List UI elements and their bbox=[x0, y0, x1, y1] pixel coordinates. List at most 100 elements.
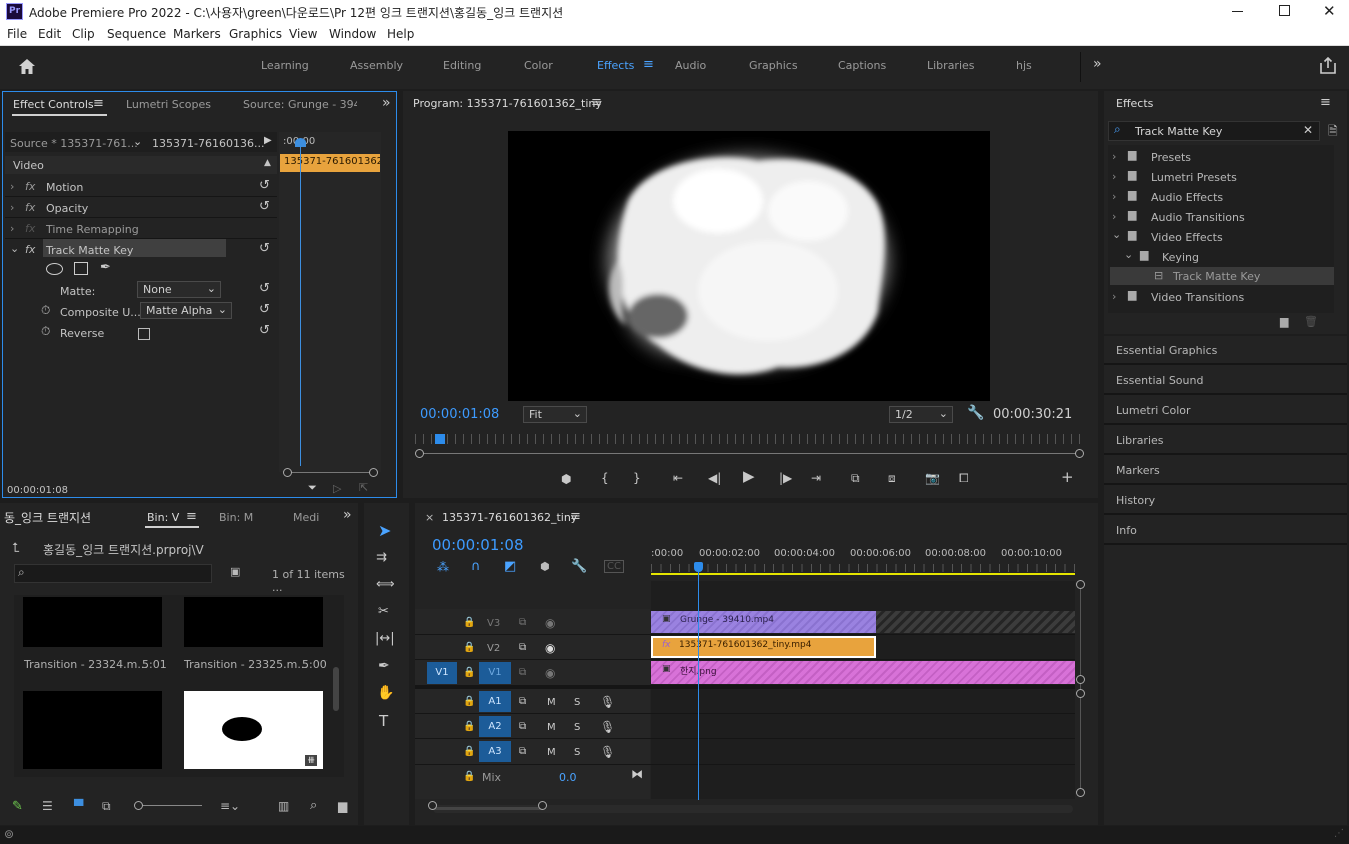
tree-video-effects[interactable]: Video Effects bbox=[1151, 231, 1223, 244]
add-marker-icon[interactable]: ⬢ bbox=[540, 560, 550, 573]
reset-track-matte-icon[interactable]: ↺ bbox=[259, 241, 270, 256]
tab-media[interactable]: Medi bbox=[293, 511, 319, 524]
zoom-scrollbar[interactable] bbox=[423, 453, 1079, 454]
minimize-icon[interactable] bbox=[1232, 11, 1243, 12]
freeform-view-icon[interactable]: ⧉ bbox=[102, 799, 111, 814]
slider-handle[interactable] bbox=[134, 801, 143, 810]
find-icon[interactable]: ⌕ bbox=[310, 798, 317, 813]
clear-search-icon[interactable]: ✕ bbox=[1303, 123, 1313, 137]
track-label-v1[interactable]: V1 bbox=[479, 662, 511, 684]
play-audio-icon[interactable]: ▷ bbox=[333, 482, 341, 495]
time-ruler[interactable] bbox=[415, 434, 1083, 444]
sequence-clip-label[interactable]: 135371-76160136... bbox=[152, 137, 264, 150]
tree-video-transitions[interactable]: Video Transitions bbox=[1151, 291, 1244, 304]
lock-icon[interactable]: 🔒 bbox=[463, 617, 475, 628]
track-label-a3[interactable]: A3 bbox=[479, 741, 511, 762]
program-monitor-title[interactable]: Program: 135371-761601362_tiny bbox=[413, 97, 602, 110]
wrench-icon[interactable]: 🔧 bbox=[967, 406, 984, 420]
scroll-handle-right[interactable] bbox=[369, 468, 378, 477]
expand-time-remap-icon[interactable]: › bbox=[10, 222, 14, 235]
solo-button[interactable]: S bbox=[574, 747, 580, 758]
source-patch-v1[interactable]: V1 bbox=[427, 662, 457, 684]
effect-controls-timecode[interactable]: 00:00:01:08 bbox=[7, 485, 68, 496]
timeline-playhead-line[interactable] bbox=[698, 565, 699, 800]
timeline-playhead-head[interactable] bbox=[694, 562, 703, 572]
clip-grunge[interactable]: Grunge - 39410.mp4 bbox=[651, 611, 876, 633]
program-current-timecode[interactable]: 00:00:01:08 bbox=[420, 407, 499, 422]
workspace-captions[interactable]: Captions bbox=[838, 59, 886, 72]
mini-playhead-head[interactable] bbox=[295, 138, 306, 147]
composite-dropdown[interactable]: Matte Alpha ⌄ bbox=[140, 302, 232, 319]
effect-track-matte-key[interactable]: Track Matte Key bbox=[46, 244, 133, 257]
collapse-track-matte-icon[interactable]: ⌄ bbox=[10, 242, 19, 255]
fit-dropdown[interactable]: Fit ⌄ bbox=[523, 406, 587, 423]
reverse-checkbox[interactable] bbox=[138, 328, 150, 340]
more-tabs-icon[interactable]: » bbox=[382, 95, 391, 111]
find-icon[interactable]: ▣ bbox=[230, 565, 240, 578]
solo-button[interactable]: S bbox=[574, 697, 580, 708]
scroll-handle[interactable] bbox=[1076, 689, 1085, 698]
expand-opacity-icon[interactable]: › bbox=[10, 201, 14, 214]
new-bin-icon[interactable]: ▆ bbox=[338, 799, 347, 813]
panel-history[interactable]: History bbox=[1116, 494, 1155, 507]
nest-icon[interactable]: ⁂ bbox=[437, 560, 449, 574]
play-icon[interactable]: ▶ bbox=[743, 469, 755, 484]
menu-view[interactable]: View bbox=[289, 27, 317, 41]
effects-panel-title[interactable]: Effects bbox=[1116, 97, 1153, 110]
mark-out-icon[interactable]: } bbox=[633, 472, 641, 484]
panel-markers[interactable]: Markers bbox=[1116, 464, 1160, 477]
scroll-handle[interactable] bbox=[1076, 580, 1085, 589]
sync-lock-icon[interactable]: ⧉ bbox=[519, 696, 526, 707]
more-workspaces-icon[interactable]: » bbox=[1093, 56, 1102, 72]
effects-search-input[interactable]: Track Matte Key bbox=[1135, 125, 1222, 138]
add-marker-icon[interactable]: ⬢ bbox=[561, 473, 571, 485]
type-tool-icon[interactable]: T bbox=[379, 712, 388, 730]
matte-dropdown[interactable]: None ⌄ bbox=[137, 281, 221, 298]
menu-markers[interactable]: Markers bbox=[173, 27, 221, 41]
reset-reverse-icon[interactable]: ↺ bbox=[259, 323, 270, 338]
sync-lock-icon[interactable]: ⧉ bbox=[519, 667, 526, 678]
tab-source[interactable]: Source: Grunge - 39410 bbox=[243, 98, 357, 111]
mark-in-icon[interactable]: { bbox=[601, 472, 609, 484]
close-icon[interactable]: ✕ bbox=[1323, 2, 1336, 20]
export-frame-icon[interactable]: 📷 bbox=[925, 472, 940, 484]
panel-menu-icon[interactable]: ≡ bbox=[1320, 95, 1331, 110]
project-search-box[interactable] bbox=[14, 564, 212, 583]
mute-button[interactable]: M bbox=[547, 697, 556, 708]
video-frame[interactable] bbox=[508, 131, 990, 401]
menu-help[interactable]: Help bbox=[387, 27, 414, 41]
microphone-icon[interactable]: 🎙 bbox=[600, 720, 615, 734]
tree-keying[interactable]: Keying bbox=[1162, 251, 1199, 264]
maximize-icon[interactable] bbox=[1279, 5, 1290, 16]
track-select-tool-icon[interactable]: ⇉ bbox=[376, 550, 387, 565]
icon-view-icon[interactable]: ▀ bbox=[74, 799, 83, 813]
workspace-libraries[interactable]: Libraries bbox=[927, 59, 975, 72]
eye-icon[interactable]: ◉ bbox=[545, 616, 555, 630]
linked-selection-icon[interactable]: ◩ bbox=[504, 559, 516, 574]
button-editor-plus-icon[interactable]: + bbox=[1061, 470, 1074, 485]
scroll-handle-left[interactable] bbox=[428, 801, 437, 810]
tree-lumetri-presets[interactable]: Lumetri Presets bbox=[1151, 171, 1237, 184]
lock-icon[interactable]: 🔒 bbox=[463, 696, 475, 707]
effect-time-remapping[interactable]: Time Remapping bbox=[46, 223, 139, 236]
panel-essential-sound[interactable]: Essential Sound bbox=[1116, 374, 1203, 387]
selection-tool-icon[interactable]: ➤ bbox=[378, 521, 391, 540]
reset-composite-icon[interactable]: ↺ bbox=[259, 302, 270, 317]
ripple-edit-tool-icon[interactable]: ⟺ bbox=[376, 577, 395, 592]
list-view-icon[interactable]: ☰ bbox=[42, 799, 53, 813]
scroll-handle[interactable] bbox=[1076, 675, 1085, 684]
tab-lumetri-scopes[interactable]: Lumetri Scopes bbox=[126, 98, 211, 111]
scroll-handle-right[interactable] bbox=[1075, 449, 1084, 458]
slip-tool-icon[interactable]: |↔| bbox=[375, 631, 395, 646]
menu-clip[interactable]: Clip bbox=[72, 27, 95, 41]
sync-lock-icon[interactable]: ⧉ bbox=[519, 617, 526, 628]
panel-libraries[interactable]: Libraries bbox=[1116, 434, 1164, 447]
solo-button[interactable]: S bbox=[574, 722, 580, 733]
scroll-handle-left[interactable] bbox=[415, 449, 424, 458]
stopwatch-icon[interactable]: ⏱ bbox=[41, 324, 50, 339]
panel-essential-graphics[interactable]: Essential Graphics bbox=[1116, 344, 1217, 357]
ellipse-mask-icon[interactable] bbox=[46, 263, 63, 275]
lift-icon[interactable]: ⧉ bbox=[851, 472, 860, 484]
workspace-color[interactable]: Color bbox=[524, 59, 553, 72]
reset-motion-icon[interactable]: ↺ bbox=[259, 178, 270, 193]
